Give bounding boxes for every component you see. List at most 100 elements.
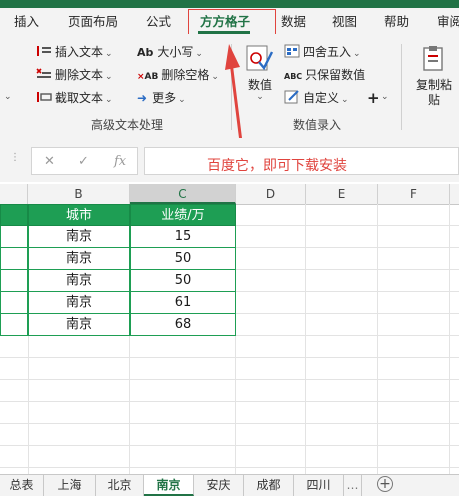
gridline <box>0 357 459 358</box>
column-header-row: B C D E F <box>0 184 459 205</box>
column-header-d[interactable]: D <box>236 184 306 204</box>
keep-numeric-icon: ABC <box>284 72 303 81</box>
add-sheet-icon[interactable]: + <box>377 476 393 492</box>
cut-text-label: 截取文本 <box>55 91 104 105</box>
round-label: 四舍五入 <box>303 45 352 59</box>
delete-text-label: 删除文本 <box>55 68 104 82</box>
copy-paste-label-2: 贴 <box>427 93 440 107</box>
more-vertical-icon[interactable]: ⋮ <box>10 152 20 163</box>
cut-text-button[interactable]: 截取文本 ⌄ <box>36 88 113 108</box>
chevron-down-icon: ⌄ <box>105 72 113 82</box>
table-cell-city[interactable]: 南京 <box>28 314 130 336</box>
arrow-right-icon: ➜ <box>137 91 148 105</box>
table-cell-city[interactable]: 南京 <box>28 248 130 270</box>
insert-text-icon <box>37 46 51 56</box>
gridline <box>449 204 450 474</box>
table-cell-a[interactable] <box>0 292 28 314</box>
delete-spaces-icon: ×AB <box>137 72 159 82</box>
table-cell-value[interactable]: 15 <box>130 226 236 248</box>
chevron-down-icon: ⌄ <box>105 49 113 59</box>
column-header-b[interactable]: B <box>28 184 130 204</box>
sheet-tab-anqing[interactable]: 安庆 <box>194 475 244 496</box>
sheet-tab-zongbiao[interactable]: 总表 <box>0 475 44 496</box>
column-header-f[interactable]: F <box>378 184 450 204</box>
keep-numeric-button[interactable]: ABC 只保留数值 <box>284 65 365 85</box>
sheet-tab-sichuan[interactable]: 四川 <box>294 475 344 496</box>
table-cell-a[interactable] <box>0 248 28 270</box>
cancel-icon[interactable]: ✕ <box>44 154 55 169</box>
chevron-down-icon: ⌄ <box>353 49 361 59</box>
insert-function-icon[interactable]: fx <box>114 154 126 169</box>
column-header-c[interactable]: C <box>130 184 236 204</box>
sheet-tab-nanjing[interactable]: 南京 <box>144 475 194 496</box>
group-label-advanced-text: 高级文本处理 <box>91 118 164 132</box>
table-cell-value[interactable]: 61 <box>130 292 236 314</box>
table-cell-city[interactable]: 南京 <box>28 226 130 248</box>
chevron-down-icon[interactable]: ⌄ <box>4 92 12 102</box>
table-cell-value[interactable]: 68 <box>130 314 236 336</box>
gridline <box>305 204 306 474</box>
table-header-cell-a[interactable] <box>0 204 28 226</box>
delete-text-icon <box>36 68 51 78</box>
gridline <box>0 445 459 446</box>
table-header-city[interactable]: 城市 <box>28 204 130 226</box>
formula-buttons: ✕ ✓ fx <box>31 147 138 175</box>
enter-icon[interactable]: ✓ <box>78 154 89 169</box>
gridline <box>0 379 459 380</box>
tab-help[interactable]: 帮助 <box>384 12 409 34</box>
tab-insert[interactable]: 插入 <box>14 12 39 34</box>
keep-numeric-label: 只保留数值 <box>305 68 366 82</box>
custom-button[interactable]: 自定义 ⌄ <box>284 88 349 108</box>
tab-review[interactable]: 审阅 <box>437 12 459 34</box>
table-cell-value[interactable]: 50 <box>130 270 236 292</box>
case-button[interactable]: Ab 大小写 ⌄ <box>137 42 203 62</box>
table-cell-value[interactable]: 50 <box>130 248 236 270</box>
table-cell-a[interactable] <box>0 314 28 336</box>
gridline <box>377 204 378 474</box>
case-label: 大小写 <box>157 45 194 59</box>
table-cell-city[interactable]: 南京 <box>28 292 130 314</box>
table-cell-a[interactable] <box>0 226 28 248</box>
insert-text-button[interactable]: 插入文本 ⌄ <box>36 42 113 62</box>
delete-spaces-label: 删除空格 <box>161 68 210 82</box>
title-strip <box>0 0 459 8</box>
group-divider <box>401 44 402 130</box>
sheet-tab-chengdu[interactable]: 成都 <box>244 475 294 496</box>
custom-label: 自定义 <box>303 91 340 105</box>
case-icon: Ab <box>137 46 154 59</box>
annotation-text: 百度它，即可下载安装 <box>207 158 347 174</box>
delete-spaces-button[interactable]: ×AB 删除空格 ⌄ <box>137 65 219 85</box>
round-button[interactable]: 四舍五入 ⌄ <box>284 42 361 62</box>
chevron-down-icon[interactable]: ⌄ <box>381 92 389 102</box>
gridline <box>0 423 459 424</box>
table-header-performance[interactable]: 业绩/万 <box>130 204 236 226</box>
column-header-e[interactable]: E <box>306 184 378 204</box>
column-header-g[interactable] <box>450 184 459 204</box>
more-label: 更多 <box>152 91 177 105</box>
sheet-tab-shanghai[interactable]: 上海 <box>44 475 96 496</box>
tab-page-layout[interactable]: 页面布局 <box>68 12 118 34</box>
table-cell-a[interactable] <box>0 270 28 292</box>
chevron-down-icon: ⌄ <box>341 95 349 105</box>
more-button[interactable]: ➜ 更多 ⌄ <box>137 88 186 108</box>
cut-text-icon <box>37 92 52 102</box>
tab-view[interactable]: 视图 <box>332 12 357 34</box>
copy-paste-button[interactable]: 复制粘 贴 <box>414 44 454 110</box>
clipboard-icon <box>423 46 443 71</box>
insert-text-label: 插入文本 <box>55 45 104 59</box>
chevron-down-icon: ⌄ <box>105 95 113 105</box>
column-header-a[interactable] <box>0 184 28 204</box>
add-icon[interactable]: + <box>367 88 380 108</box>
round-icon <box>284 44 300 58</box>
custom-icon <box>284 90 299 104</box>
tab-formulas[interactable]: 公式 <box>146 12 171 34</box>
tab-data[interactable]: 数据 <box>281 12 306 34</box>
sheet-tab-beijing[interactable]: 北京 <box>96 475 144 496</box>
chevron-down-icon: ⌄ <box>195 49 203 59</box>
chevron-down-icon: ⌄ <box>178 95 186 105</box>
gridline <box>0 467 459 468</box>
table-cell-city[interactable]: 南京 <box>28 270 130 292</box>
more-sheets-icon[interactable]: … <box>344 475 362 496</box>
delete-text-button[interactable]: 删除文本 ⌄ <box>36 65 113 85</box>
copy-paste-label-1: 复制粘 <box>415 78 452 92</box>
